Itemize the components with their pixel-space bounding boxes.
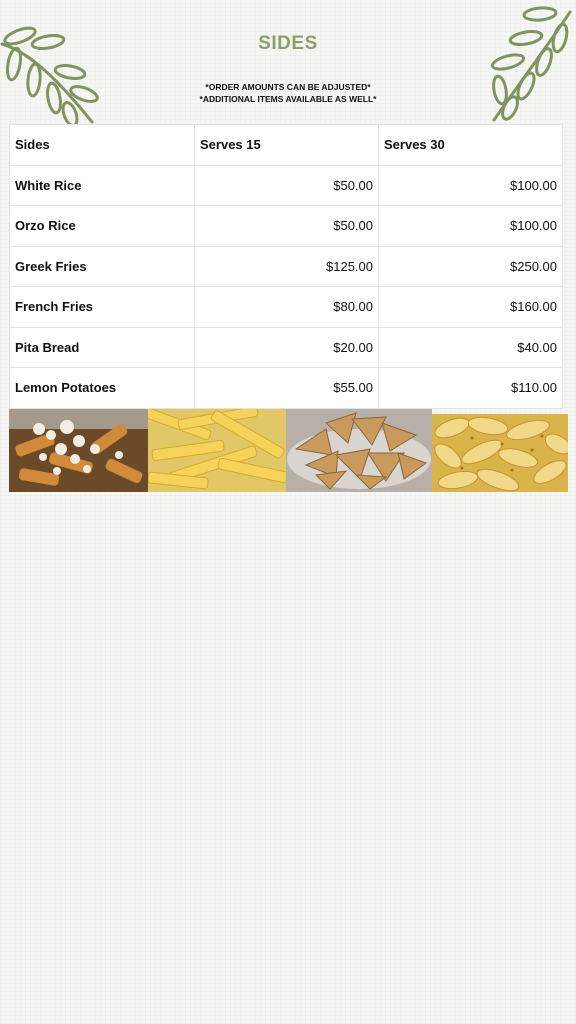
header-sides: Sides	[9, 124, 195, 166]
pita-bread-photo	[286, 409, 432, 492]
row-serves-30-price: $160.00	[378, 286, 563, 328]
row-name: Orzo Rice	[9, 205, 195, 247]
table-header-row: Sides Serves 15 Serves 30	[9, 124, 563, 166]
row-name: Lemon Potatoes	[9, 367, 195, 409]
row-serves-30-price: $110.00	[378, 367, 563, 409]
greek-fries-photo	[9, 409, 148, 492]
table-row: French Fries $80.00 $160.00	[9, 286, 563, 328]
row-serves-30-price: $100.00	[378, 164, 563, 206]
row-serves-30-price: $250.00	[378, 245, 563, 287]
row-serves-15-price: $55.00	[194, 367, 379, 409]
sides-price-table: Sides Serves 15 Serves 30 White Rice $50…	[9, 124, 563, 409]
french-fries-photo	[148, 409, 286, 492]
header-serves-30: Serves 30	[378, 124, 563, 166]
lemon-potatoes-photo	[432, 414, 568, 492]
header-serves-15: Serves 15	[194, 124, 379, 166]
row-serves-30-price: $100.00	[378, 205, 563, 247]
row-serves-30-price: $40.00	[378, 326, 563, 368]
row-name: Greek Fries	[9, 245, 195, 287]
note-additional-items: *ADDITIONAL ITEMS AVAILABLE AS WELL*	[199, 94, 377, 104]
order-notes: *ORDER AMOUNTS CAN BE ADJUSTED* *ADDITIO…	[0, 81, 576, 105]
row-name: Pita Bread	[9, 326, 195, 368]
row-serves-15-price: $50.00	[194, 164, 379, 206]
table-row: Greek Fries $125.00 $250.00	[9, 245, 563, 287]
row-serves-15-price: $125.00	[194, 245, 379, 287]
table-row: Orzo Rice $50.00 $100.00	[9, 205, 563, 247]
row-name: French Fries	[9, 286, 195, 328]
note-order-amounts: *ORDER AMOUNTS CAN BE ADJUSTED*	[205, 82, 371, 92]
leaf-branch-right-icon	[490, 6, 572, 122]
row-name: White Rice	[9, 164, 195, 206]
food-photo-strip	[9, 409, 568, 492]
row-serves-15-price: $20.00	[194, 326, 379, 368]
page-title: SIDES	[258, 33, 318, 54]
table-row: Lemon Potatoes $55.00 $110.00	[9, 367, 563, 409]
table-row: Pita Bread $20.00 $40.00	[9, 326, 563, 368]
row-serves-15-price: $80.00	[194, 286, 379, 328]
table-row: White Rice $50.00 $100.00	[9, 164, 563, 206]
row-serves-15-price: $50.00	[194, 205, 379, 247]
